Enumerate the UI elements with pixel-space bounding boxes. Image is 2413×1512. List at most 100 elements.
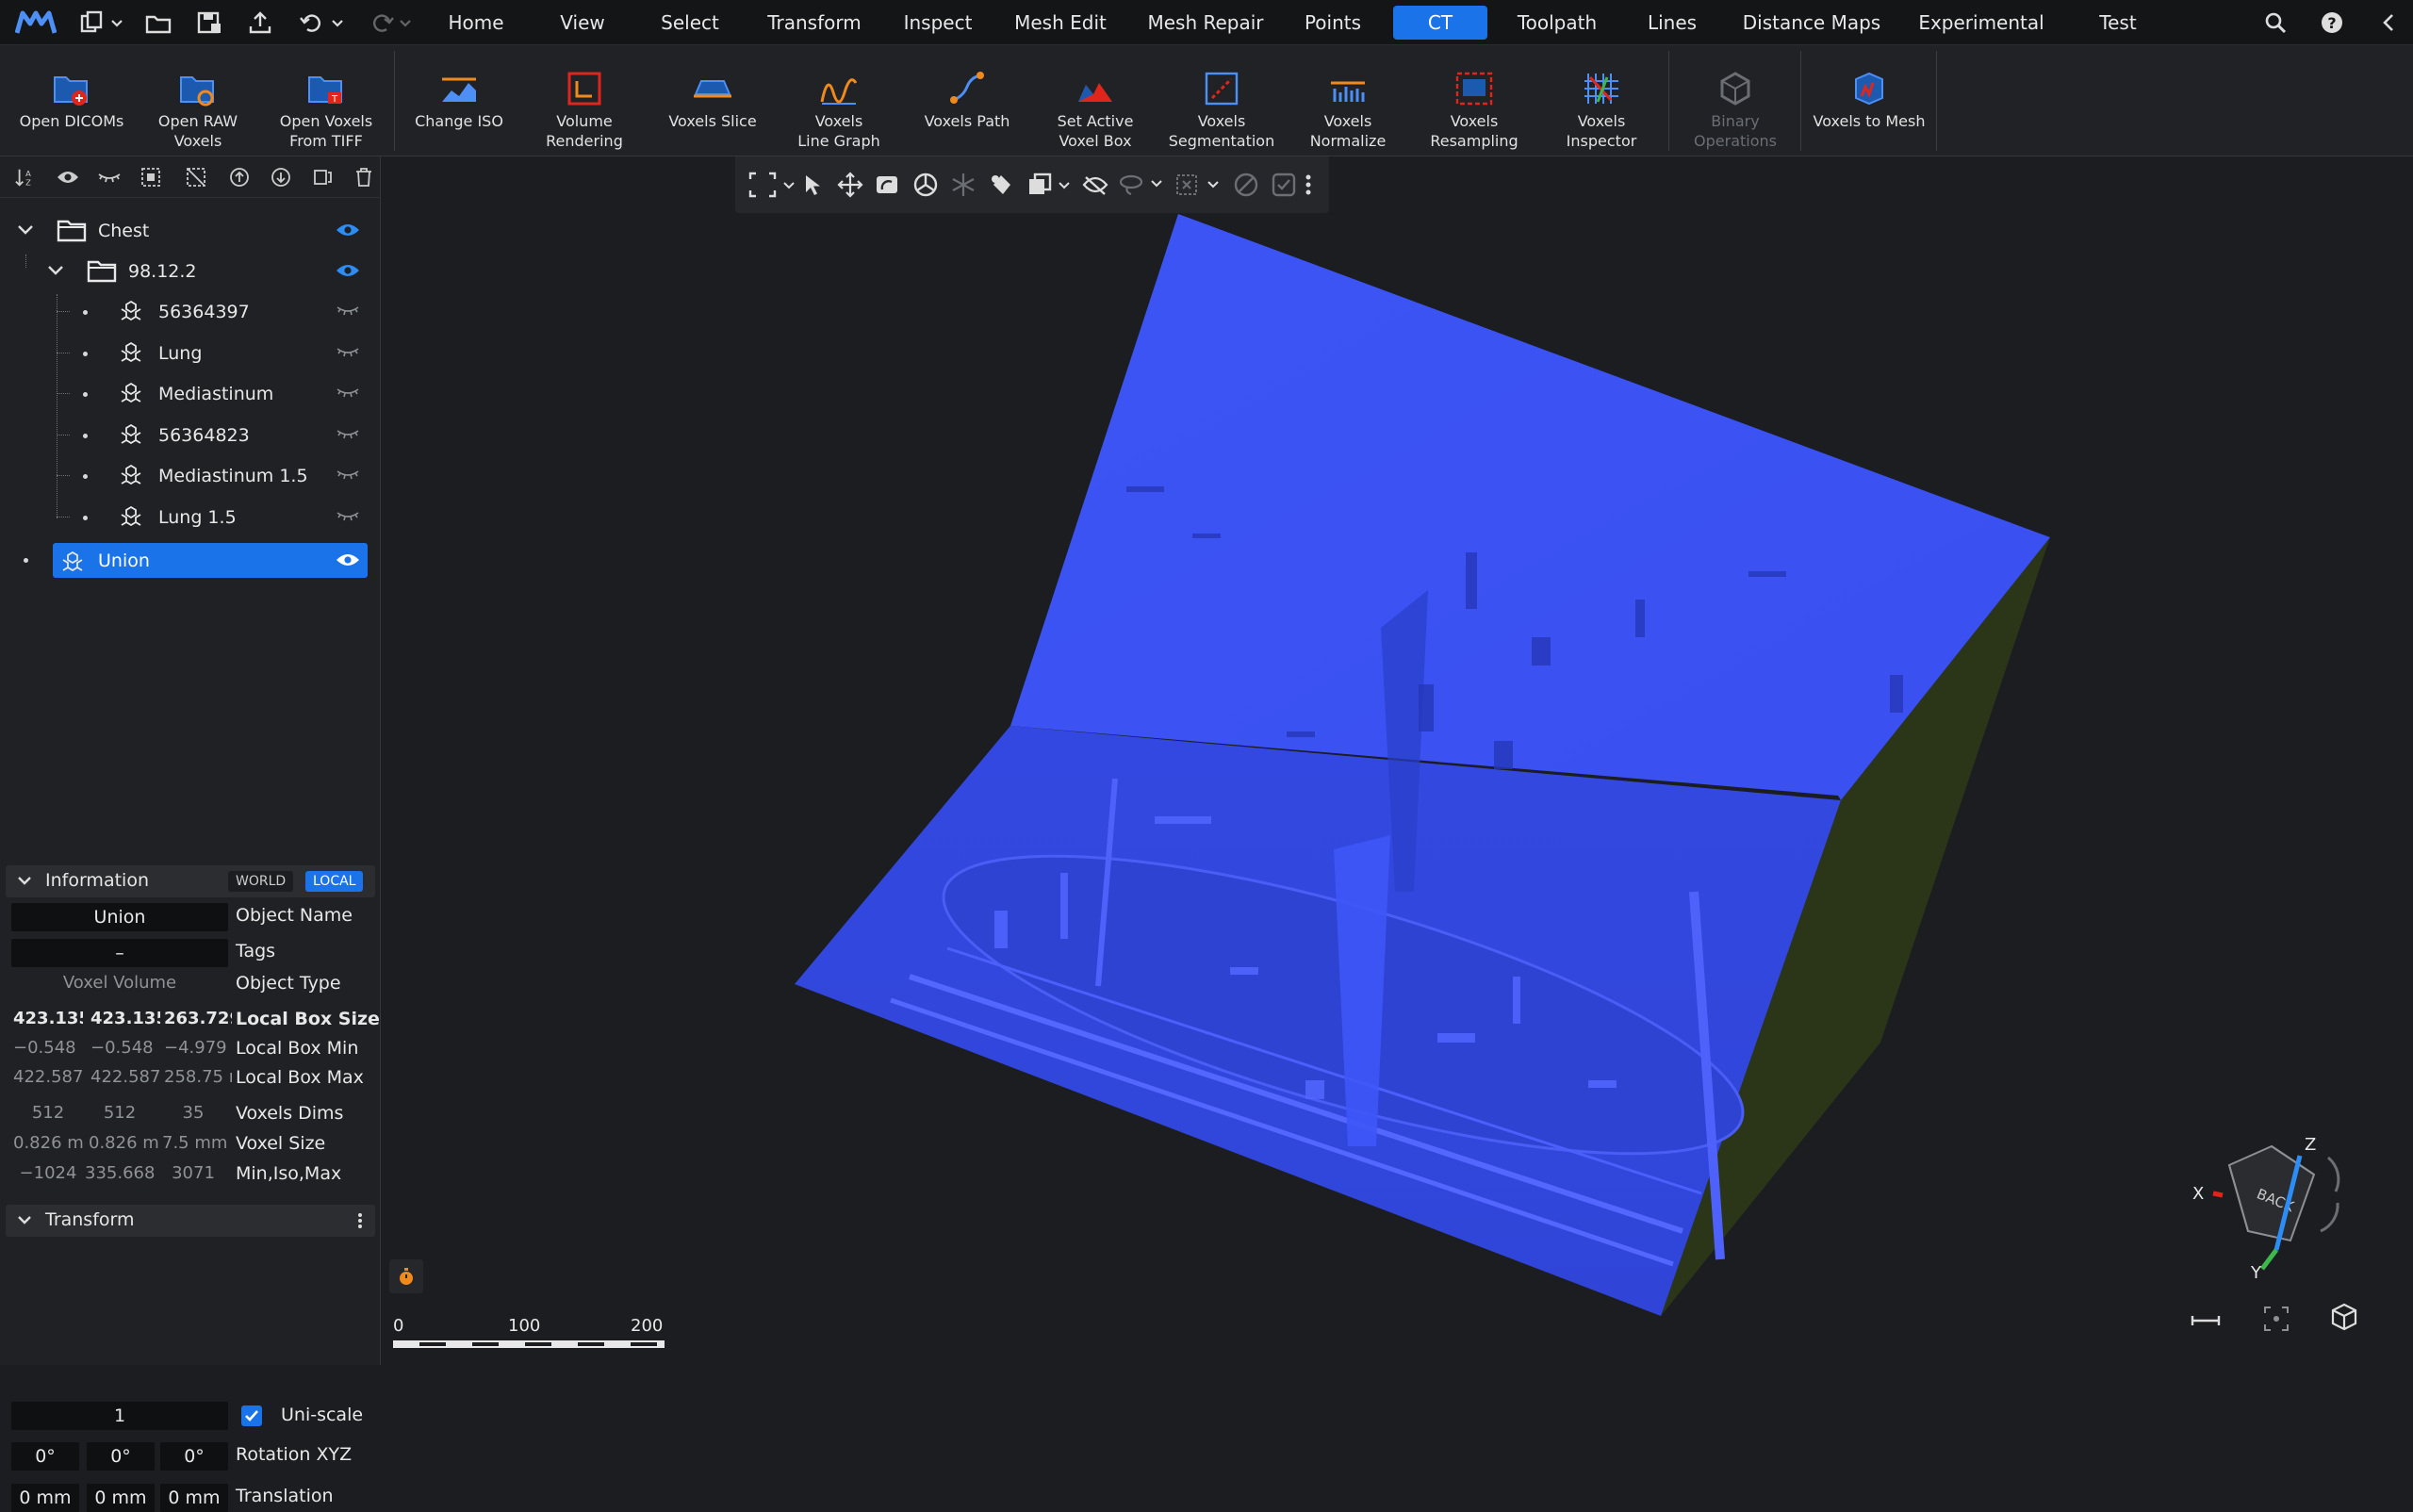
hidden-eye-icon[interactable]: [336, 304, 360, 317]
volume-rendering-icon: [567, 72, 601, 106]
voxels-line-graph-button[interactable]: Voxels Line Graph: [777, 45, 901, 156]
voxel-volume-render: [795, 214, 2050, 1316]
voxels-segmentation-button[interactable]: Voxels Segmentation: [1157, 45, 1286, 156]
voxel-size-y: 0.826 m: [89, 1133, 158, 1153]
voxel-volume-icon: [121, 464, 141, 485]
rotation-x-input[interactable]: 0°: [11, 1442, 79, 1471]
focus-center-icon[interactable]: [2257, 1302, 2295, 1336]
tree-item-voxel[interactable]: Mediastinum: [0, 376, 381, 412]
hidden-eye-icon[interactable]: [336, 386, 360, 399]
3d-viewport[interactable]: 0 100 200 BACK Z X Y: [382, 156, 2413, 1365]
tree-item-chest[interactable]: Chest: [0, 213, 381, 249]
sort-icon[interactable]: AZ: [15, 166, 38, 189]
show-all-icon[interactable]: [57, 166, 79, 189]
hidden-eye-icon[interactable]: [336, 427, 360, 440]
new-file-icon[interactable]: [75, 4, 128, 41]
voxels-slice-button[interactable]: Voxels Slice: [648, 45, 777, 156]
tab-select[interactable]: Select: [650, 6, 730, 40]
tab-test[interactable]: Test: [2085, 6, 2151, 40]
tab-toolpath[interactable]: Toolpath: [1508, 6, 1606, 40]
search-icon[interactable]: [2258, 4, 2292, 41]
rotation-z-input[interactable]: 0°: [160, 1442, 228, 1471]
world-toggle[interactable]: WORLD: [228, 871, 294, 892]
open-dicoms-button[interactable]: Open DICOMs: [8, 45, 136, 156]
tab-view[interactable]: View: [549, 6, 616, 40]
object-name-field[interactable]: Union: [11, 903, 228, 931]
tree-item-union[interactable]: Union: [0, 543, 381, 579]
view-cube[interactable]: BACK Z X Y: [2187, 1109, 2356, 1278]
tab-inspect[interactable]: Inspect: [897, 6, 978, 40]
hidden-eye-icon[interactable]: [336, 345, 360, 358]
chevron-down-icon[interactable]: [17, 876, 32, 887]
eye-icon[interactable]: [336, 222, 360, 238]
hide-all-icon[interactable]: [98, 166, 121, 189]
uniscale-checkbox[interactable]: [241, 1405, 262, 1426]
voxels-normalize-button[interactable]: Voxels Normalize: [1286, 45, 1410, 156]
more-vertical-icon[interactable]: [356, 1212, 364, 1229]
open-voxels-from-tiff-button[interactable]: T Open Voxels From TIFF: [260, 45, 392, 156]
open-tiff-icon: T: [308, 76, 342, 105]
measure-icon[interactable]: [2187, 1307, 2224, 1335]
open-folder-icon[interactable]: [141, 4, 175, 41]
voxels-inspector-button[interactable]: Voxels Inspector: [1538, 45, 1665, 156]
rotation-label: Rotation XYZ: [236, 1444, 353, 1465]
set-active-voxel-box-button[interactable]: Set Active Voxel Box: [1033, 45, 1157, 156]
tree-item-folder[interactable]: 98.12.2: [0, 254, 381, 289]
binary-operations-button[interactable]: Binary Operations: [1672, 45, 1798, 156]
hidden-eye-icon[interactable]: [336, 468, 360, 481]
tab-transform[interactable]: Transform: [758, 6, 871, 40]
tab-points[interactable]: Points: [1293, 6, 1372, 40]
undo-icon[interactable]: [294, 4, 351, 41]
scale-tick-label: 100: [508, 1316, 541, 1336]
redo-icon[interactable]: [362, 4, 419, 41]
tree-item-voxel[interactable]: Lung 1.5: [0, 500, 381, 535]
save-icon[interactable]: [192, 4, 226, 41]
tree-item-voxel[interactable]: Mediastinum 1.5: [0, 458, 381, 494]
translation-y-input[interactable]: 0 mm: [87, 1484, 155, 1512]
select-all-icon[interactable]: [140, 166, 162, 189]
change-iso-button[interactable]: Change ISO: [398, 45, 520, 156]
tab-mesh-repair[interactable]: Mesh Repair: [1142, 6, 1269, 40]
hidden-eye-icon[interactable]: [336, 509, 360, 522]
tree-item-voxel[interactable]: 56364823: [0, 418, 381, 453]
move-up-icon[interactable]: [228, 166, 251, 189]
move-down-icon[interactable]: [270, 166, 292, 189]
scale-input[interactable]: 1: [11, 1402, 228, 1430]
information-header[interactable]: Information WORLD LOCAL: [6, 865, 375, 897]
translation-z-input[interactable]: 0 mm: [160, 1484, 228, 1512]
tree-item-voxel[interactable]: 56364397: [0, 294, 381, 330]
translation-x-input[interactable]: 0 mm: [11, 1484, 79, 1512]
chevron-down-icon[interactable]: [17, 1215, 32, 1226]
tab-experimental[interactable]: Experimental: [1913, 6, 2049, 40]
open-raw-voxels-button[interactable]: Open RAW Voxels: [136, 45, 260, 156]
help-icon[interactable]: ?: [2315, 4, 2349, 41]
delete-icon[interactable]: [353, 166, 375, 189]
timer-icon[interactable]: [389, 1259, 423, 1293]
voxels-path-button[interactable]: Voxels Path: [901, 45, 1033, 156]
tags-field[interactable]: –: [11, 939, 228, 967]
deselect-icon[interactable]: [185, 166, 207, 189]
volume-rendering-button[interactable]: Volume Rendering: [520, 45, 648, 156]
local-toggle[interactable]: LOCAL: [305, 871, 364, 892]
tab-distance-maps[interactable]: Distance Maps: [1736, 6, 1887, 40]
eye-icon[interactable]: [336, 552, 360, 567]
chevron-down-icon[interactable]: [17, 224, 34, 236]
tab-mesh-edit[interactable]: Mesh Edit: [1009, 6, 1112, 40]
transform-header[interactable]: Transform: [6, 1205, 375, 1237]
export-icon[interactable]: [243, 4, 277, 41]
view-mode-cube-icon[interactable]: [2325, 1300, 2363, 1334]
voxels-resampling-button[interactable]: Voxels Resampling: [1410, 45, 1538, 156]
tree-item-voxel[interactable]: Lung: [0, 336, 381, 371]
app-logo[interactable]: [13, 4, 58, 41]
tree-item-label: Mediastinum: [158, 384, 274, 404]
tab-ct[interactable]: CT: [1393, 6, 1487, 40]
eye-icon[interactable]: [336, 263, 360, 278]
chevron-down-icon[interactable]: [47, 265, 64, 276]
rotation-y-input[interactable]: 0°: [87, 1442, 155, 1471]
voxels-to-mesh-button[interactable]: Voxels to Mesh: [1804, 45, 1934, 156]
mirror-icon[interactable]: [311, 166, 334, 189]
collapse-icon[interactable]: [2372, 4, 2405, 41]
tab-home[interactable]: Home: [435, 6, 517, 40]
local-box-size-z: 263.729: [164, 1009, 232, 1028]
tab-lines[interactable]: Lines: [1636, 6, 1708, 40]
